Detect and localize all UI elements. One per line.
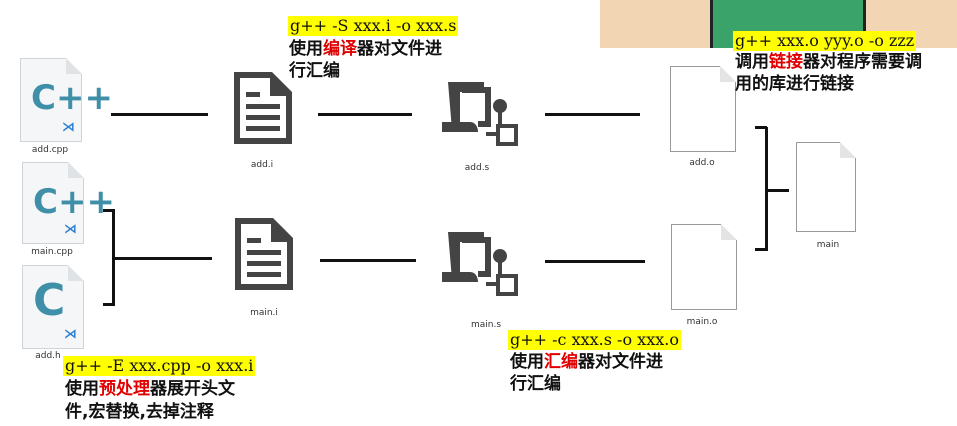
cpp-logo: C++ (31, 78, 113, 118)
c-logo: C (33, 275, 66, 326)
page-fold (720, 66, 736, 82)
document-icon (234, 72, 292, 144)
object-file-icon (671, 224, 737, 310)
connector-line (320, 259, 416, 262)
file-label-main-cpp: main.cpp (31, 247, 73, 257)
page-fold (66, 58, 82, 74)
file-label-add-s: add.s (464, 163, 490, 173)
file-label-main-o: main.o (686, 317, 718, 327)
assemble-description: 使用汇编器对文件进 (510, 351, 663, 373)
bracket-top (755, 126, 767, 129)
desc-keyword: 汇编 (544, 352, 578, 372)
connector-line (318, 113, 412, 116)
preprocess-description-line2: 件,宏替换,去掉注释 (65, 402, 214, 422)
desc-text: 器对程序需要调 (803, 52, 922, 72)
assembly-file-icon (442, 82, 518, 146)
connector-line (545, 260, 645, 263)
page-fold (721, 224, 737, 240)
document-icon (235, 218, 293, 290)
bracket-bottom (103, 303, 115, 306)
file-label-add-i: add.i (250, 160, 274, 170)
connector-line (545, 113, 640, 116)
desc-keyword: 预处理 (99, 379, 150, 399)
link-description: 调用链接器对程序需要调 (735, 51, 922, 73)
file-label-add-o: add.o (689, 158, 715, 168)
assemble-description-line2: 行汇编 (510, 374, 561, 394)
cpp-logo: C++ (33, 182, 115, 222)
desc-keyword: 编译 (323, 39, 357, 59)
file-label-add-h: add.h (35, 351, 61, 361)
vs-code-icon: ⋊ (62, 120, 75, 135)
page-fold (840, 142, 856, 158)
bracket-bottom (755, 248, 767, 251)
bracket-top (103, 209, 115, 212)
object-file-icon (670, 66, 736, 152)
compile-command: g++ -S xxx.i -o xxx.s (288, 16, 459, 36)
connector-line (114, 257, 212, 260)
vs-code-icon: ⋊ (64, 327, 77, 342)
assembly-file-icon (442, 232, 518, 296)
desc-text: 使用 (65, 379, 99, 399)
page-fold (68, 162, 84, 178)
c-header-file-icon: C ⋊ (22, 265, 84, 349)
assemble-command: g++ -c xxx.s -o xxx.o (508, 330, 681, 350)
file-label-main: main (816, 240, 840, 250)
desc-text: 器对文件进 (357, 39, 442, 59)
link-description-line2: 用的库进行链接 (735, 74, 854, 94)
desc-text: 调用 (735, 52, 769, 72)
desc-text: 使用 (289, 39, 323, 59)
desc-text: 使用 (510, 352, 544, 372)
file-label-add-cpp: add.cpp (31, 145, 69, 155)
desc-keyword: 链接 (769, 52, 803, 72)
page-fold (68, 265, 84, 281)
executable-file-icon (796, 142, 856, 232)
preprocess-description: 使用预处理器展开头文 (65, 378, 235, 400)
cpp-file-icon: C++ ⋊ (22, 162, 115, 244)
vs-code-icon: ⋊ (64, 222, 77, 237)
connector-line (111, 113, 208, 116)
file-label-main-i: main.i (250, 308, 278, 318)
cpp-file-icon: C++ ⋊ (20, 58, 113, 142)
desc-text: 器对文件进 (578, 352, 663, 372)
preprocess-command: g++ -E xxx.cpp -o xxx.i (63, 356, 256, 376)
connector-line (767, 189, 789, 192)
file-label-main-s: main.s (470, 320, 502, 330)
link-command: g++ xxx.o yyy.o -o zzz (733, 31, 917, 51)
compile-description: 使用编译器对文件进 (289, 38, 442, 60)
desc-text: 器展开头文 (150, 379, 235, 399)
compile-description-line2: 行汇编 (289, 61, 340, 81)
